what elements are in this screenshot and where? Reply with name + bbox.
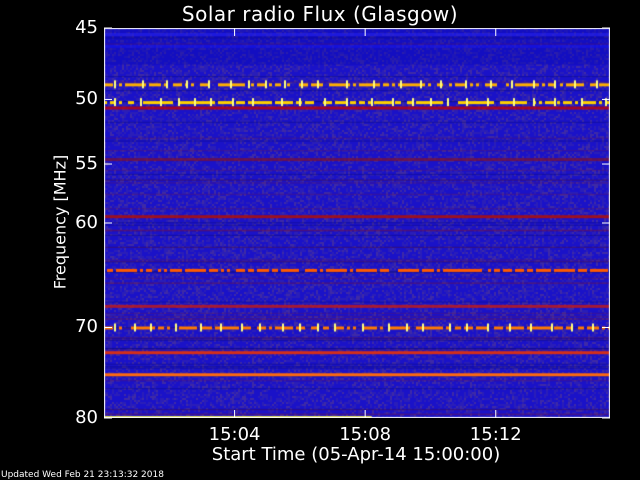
x-tick-label: 15:08 [339, 424, 392, 445]
x-tick-label: 15:12 [469, 424, 522, 445]
updated-timestamp: Updated Wed Feb 21 23:13:32 2018 [1, 470, 164, 480]
x-tick-label: 15:04 [208, 424, 261, 445]
y-tick-label: 50 [75, 88, 98, 110]
y-tick-label: 45 [75, 17, 98, 38]
y-tick-label: 70 [75, 316, 98, 338]
tick-marks [104, 27, 610, 419]
y-tick-label: 55 [75, 153, 98, 175]
y-tick-label: 80 [75, 407, 98, 428]
y-tick-label: 60 [75, 212, 98, 233]
x-axis-label: Start Time (05-Apr-14 15:00:00) [211, 444, 501, 465]
y-axis-label: Frequency [MHz] [50, 154, 70, 290]
